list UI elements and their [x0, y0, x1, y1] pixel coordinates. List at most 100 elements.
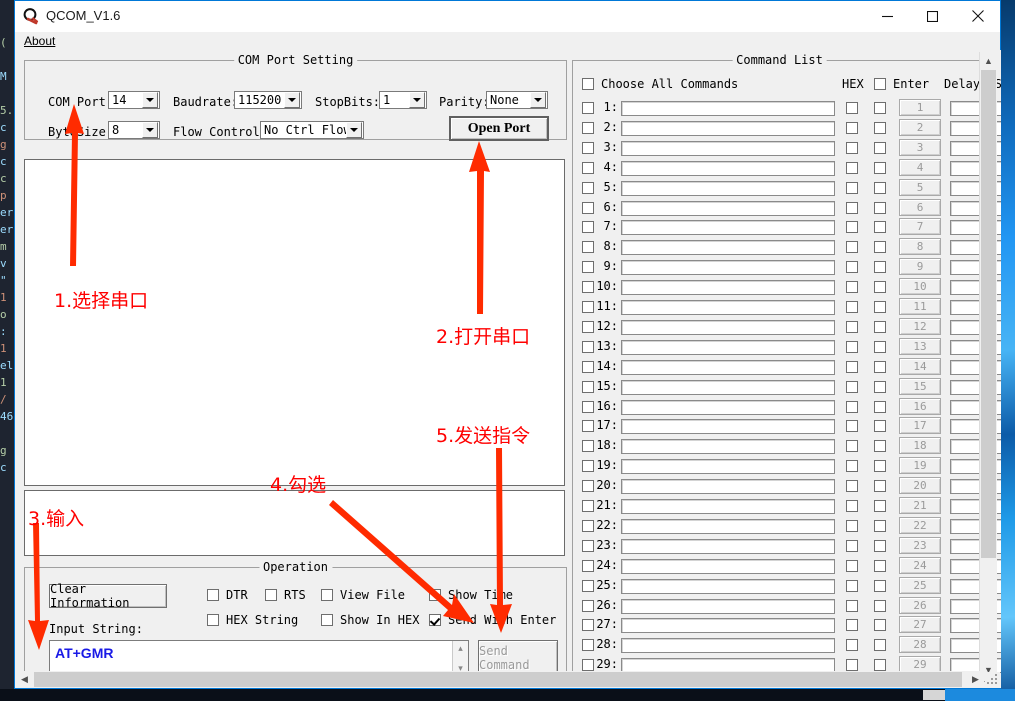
command-send-button[interactable]: 15	[899, 377, 941, 395]
command-text-input[interactable]	[621, 638, 835, 654]
command-enter-checkbox[interactable]	[874, 320, 886, 333]
command-send-button[interactable]: 9	[899, 258, 941, 276]
command-text-input[interactable]	[621, 300, 835, 315]
command-send-button[interactable]: 3	[899, 138, 941, 156]
command-enter-checkbox[interactable]	[874, 619, 886, 632]
chevron-down-icon[interactable]	[409, 92, 425, 108]
clear-information-button[interactable]: Clear Information	[49, 582, 167, 610]
command-text-input[interactable]	[621, 419, 835, 435]
chevron-up-icon[interactable]: ▴	[453, 641, 468, 655]
choose-all-commands-checkbox[interactable]	[582, 78, 594, 90]
command-send-button[interactable]: 18	[899, 437, 941, 455]
command-row-checkbox[interactable]	[582, 340, 594, 353]
command-send-button[interactable]: 11	[899, 298, 941, 315]
command-enter-checkbox[interactable]	[874, 539, 886, 552]
command-text-input[interactable]	[621, 120, 835, 136]
command-enter-checkbox[interactable]	[874, 420, 886, 433]
command-enter-checkbox[interactable]	[874, 460, 886, 473]
maximize-button[interactable]	[910, 1, 955, 31]
command-enter-checkbox[interactable]	[874, 281, 886, 294]
command-hex-checkbox[interactable]	[846, 659, 858, 672]
command-send-button[interactable]: 2	[899, 118, 941, 136]
command-list-vertical-scrollbar[interactable]: ▲ ▼	[979, 52, 997, 678]
command-send-button[interactable]: 25	[899, 576, 941, 594]
command-text-input[interactable]	[621, 339, 835, 355]
command-row-checkbox[interactable]	[582, 141, 594, 154]
command-hex-checkbox[interactable]	[846, 161, 858, 174]
command-enter-checkbox[interactable]	[874, 500, 886, 512]
command-text-input[interactable]	[621, 240, 835, 256]
command-text-input[interactable]	[621, 319, 835, 335]
close-button[interactable]	[955, 1, 1000, 31]
command-enter-checkbox[interactable]	[874, 141, 886, 154]
baudrate-select[interactable]: 115200	[234, 91, 302, 109]
rts-checkbox[interactable]	[265, 589, 277, 601]
show-in-hex-checkbox[interactable]	[321, 614, 333, 626]
command-row-checkbox[interactable]	[582, 579, 594, 592]
command-send-button[interactable]: 5	[899, 178, 941, 196]
command-text-input[interactable]	[621, 280, 835, 296]
command-hex-checkbox[interactable]	[846, 480, 858, 493]
open-port-button[interactable]: Open Port	[449, 116, 549, 141]
command-text-input[interactable]	[621, 618, 835, 634]
command-enter-checkbox[interactable]	[874, 579, 886, 592]
command-hex-checkbox[interactable]	[846, 301, 858, 313]
command-enter-checkbox[interactable]	[874, 599, 886, 612]
command-row-checkbox[interactable]	[582, 201, 594, 214]
command-send-button[interactable]: 7	[899, 218, 941, 236]
command-hex-checkbox[interactable]	[846, 121, 858, 134]
command-enter-checkbox[interactable]	[874, 380, 886, 393]
command-enter-checkbox[interactable]	[874, 102, 886, 114]
command-send-button[interactable]: 23	[899, 536, 941, 554]
command-hex-checkbox[interactable]	[846, 221, 858, 234]
command-row-checkbox[interactable]	[582, 301, 594, 313]
command-enter-checkbox[interactable]	[874, 201, 886, 214]
command-text-input[interactable]	[621, 518, 835, 534]
parity-select[interactable]: None	[486, 91, 548, 109]
window-horizontal-scrollbar[interactable]: ◀ ▶	[16, 671, 984, 688]
chevron-down-icon[interactable]	[142, 92, 158, 108]
command-enter-checkbox[interactable]	[874, 360, 886, 373]
command-hex-checkbox[interactable]	[846, 102, 858, 114]
command-enter-checkbox[interactable]	[874, 659, 886, 672]
command-enter-checkbox[interactable]	[874, 639, 886, 652]
command-hex-checkbox[interactable]	[846, 420, 858, 433]
command-row-checkbox[interactable]	[582, 102, 594, 114]
command-send-button[interactable]: 12	[899, 317, 941, 335]
stopbits-select[interactable]: 1	[379, 91, 427, 109]
command-row-checkbox[interactable]	[582, 539, 594, 552]
flow-control-select[interactable]: No Ctrl Flow	[260, 121, 364, 139]
command-enter-checkbox[interactable]	[874, 261, 886, 274]
command-row-checkbox[interactable]	[582, 181, 594, 194]
command-hex-checkbox[interactable]	[846, 619, 858, 632]
command-enter-checkbox[interactable]	[874, 480, 886, 493]
command-text-input[interactable]	[621, 220, 835, 236]
scroll-left-icon[interactable]: ◀	[16, 671, 33, 688]
send-with-enter-checkbox[interactable]	[429, 614, 441, 626]
command-enter-checkbox[interactable]	[874, 121, 886, 134]
command-send-button[interactable]: 14	[899, 357, 941, 375]
command-hex-checkbox[interactable]	[846, 599, 858, 612]
command-send-button[interactable]: 13	[899, 337, 941, 355]
command-enter-checkbox[interactable]	[874, 241, 886, 254]
command-hex-checkbox[interactable]	[846, 579, 858, 592]
command-row-checkbox[interactable]	[582, 400, 594, 413]
command-hex-checkbox[interactable]	[846, 281, 858, 294]
scrollbar-thumb[interactable]	[981, 70, 996, 558]
enter-column-checkbox[interactable]	[874, 78, 886, 90]
command-enter-checkbox[interactable]	[874, 519, 886, 532]
command-row-checkbox[interactable]	[582, 380, 594, 393]
hex-string-checkbox[interactable]	[207, 614, 219, 626]
command-send-button[interactable]: 20	[899, 477, 941, 495]
dtr-checkbox[interactable]	[207, 589, 219, 601]
command-row-checkbox[interactable]	[582, 619, 594, 632]
command-hex-checkbox[interactable]	[846, 519, 858, 532]
resize-grip[interactable]	[985, 672, 1000, 687]
command-hex-checkbox[interactable]	[846, 141, 858, 154]
command-send-button[interactable]: 26	[899, 596, 941, 614]
command-row-checkbox[interactable]	[582, 121, 594, 134]
command-hex-checkbox[interactable]	[846, 320, 858, 333]
command-send-button[interactable]: 1	[899, 99, 941, 116]
window-title-bar[interactable]: QCOM_V1.6	[15, 1, 1000, 32]
menu-item-about[interactable]: About	[21, 33, 58, 49]
